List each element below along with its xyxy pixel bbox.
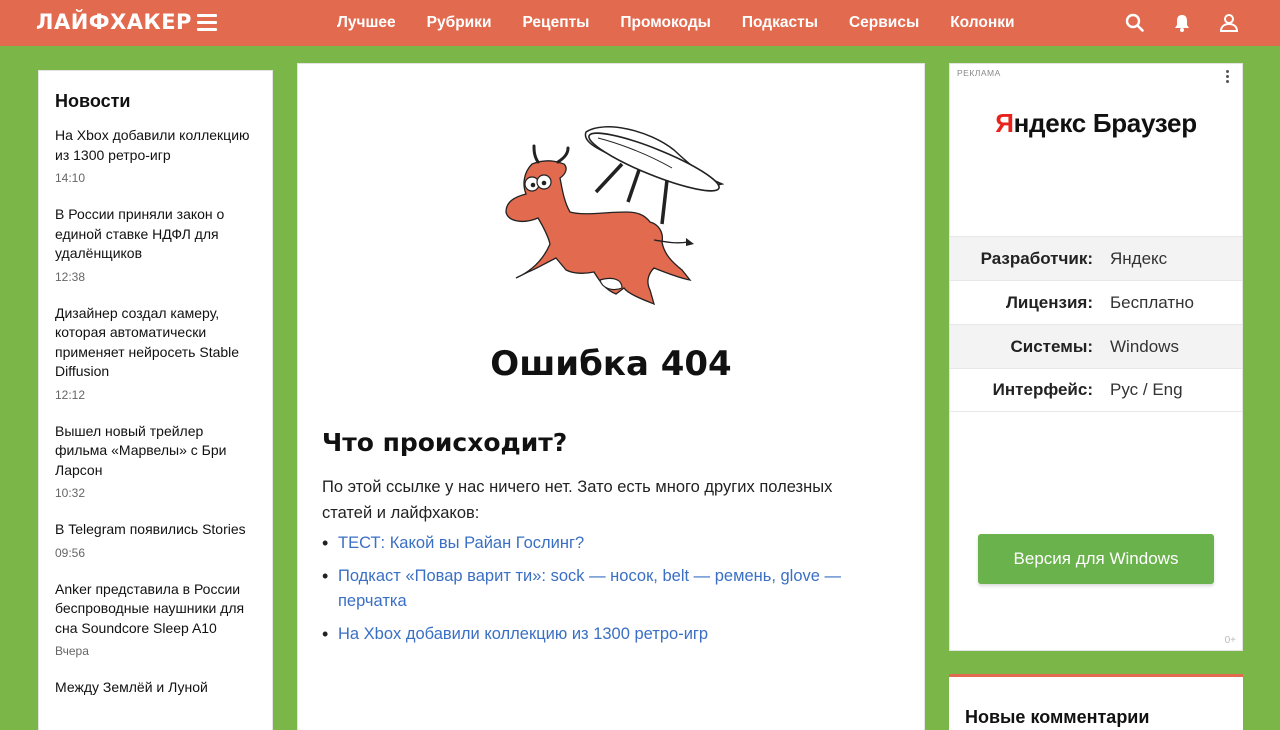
more-options-icon[interactable] (1224, 70, 1230, 86)
info-key: Системы: (1010, 336, 1094, 356)
ad-label: РЕКЛАМА (957, 68, 1001, 78)
news-item[interactable]: Вышел новый трейлер фильма «Марвелы» с Б… (55, 422, 256, 501)
brand-first-letter: Я (995, 108, 1014, 138)
ad-info-table: Разработчик: Яндекс Лицензия: Бесплатно … (950, 236, 1242, 412)
main-nav: Лучшее Рубрики Рецепты Промокоды Подкаст… (337, 0, 1046, 46)
news-item[interactable]: Дизайнер создал камеру, которая автомати… (55, 304, 256, 402)
info-key: Разработчик: (980, 248, 1093, 268)
age-rating: 0+ (1224, 635, 1236, 646)
new-comments-block: Новые комментарии (949, 674, 1243, 730)
search-icon[interactable] (1124, 12, 1146, 34)
news-title[interactable]: На Xbox добавили коллекцию из 1300 ретро… (55, 126, 256, 165)
comments-heading: Новые комментарии (965, 707, 1150, 727)
menu-icon[interactable] (197, 14, 217, 32)
news-title[interactable]: Между Землёй и Луной (55, 678, 256, 698)
table-row: Разработчик: Яндекс (950, 236, 1242, 280)
error-description: По этой ссылке у нас ничего нет. Зато ес… (322, 478, 833, 522)
table-row: Интерфейс: Рус / Eng (950, 368, 1242, 412)
news-item[interactable]: На Xbox добавили коллекцию из 1300 ретро… (55, 126, 256, 185)
nav-item-services[interactable]: Сервисы (849, 14, 919, 32)
suggested-links: ТЕСТ: Какой вы Райан Гослинг? Подкаст «П… (322, 531, 882, 655)
nav-item-rubrics[interactable]: Рубрики (427, 14, 492, 32)
news-time: 14:10 (55, 171, 86, 185)
user-icon[interactable] (1218, 12, 1240, 34)
news-time: 09:56 (55, 545, 86, 560)
news-time: 10:32 (55, 486, 86, 500)
nav-item-recipes[interactable]: Рецепты (522, 14, 589, 32)
list-item: ТЕСТ: Какой вы Райан Гослинг? (322, 531, 882, 556)
brand-rest: ндекс Браузер (1013, 108, 1198, 138)
bell-icon[interactable] (1171, 12, 1193, 34)
news-title[interactable]: В Telegram появились Stories (55, 520, 256, 540)
cow-ufo-illustration (505, 126, 724, 306)
suggested-link[interactable]: Подкаст «Повар варит ти»: sock — носок, … (338, 567, 841, 610)
news-title[interactable]: В России приняли закон о единой ставке Н… (55, 205, 256, 264)
suggested-link[interactable]: На Xbox добавили коллекцию из 1300 ретро… (338, 625, 708, 643)
ufo-icon (584, 126, 724, 225)
section-heading: Что происходит? (322, 428, 568, 457)
info-value: Windows (1110, 336, 1179, 356)
ad-block: РЕКЛАМА Яндекс Браузер Разработчик: Янде… (949, 63, 1243, 651)
news-time: 12:38 (55, 269, 86, 284)
news-item[interactable]: Между Землёй и Луной (55, 678, 256, 698)
info-key: Лицензия: (1005, 292, 1093, 312)
news-title[interactable]: Дизайнер создал камеру, которая автомати… (55, 304, 256, 382)
site-logo[interactable]: ЛАЙФХАКЕР (36, 10, 192, 34)
info-value: Рус / Eng (1110, 380, 1183, 399)
list-item: На Xbox добавили коллекцию из 1300 ретро… (322, 622, 882, 647)
list-item: Подкаст «Повар варит ти»: sock — носок, … (322, 564, 882, 614)
news-title[interactable]: Вышел новый трейлер фильма «Марвелы» с Б… (55, 422, 256, 481)
error-content: Ошибка 404 Что происходит? По этой ссылк… (297, 63, 925, 730)
site-header: ЛАЙФХАКЕР Лучшее Рубрики Рецепты Промоко… (0, 0, 1280, 46)
nav-item-promocodes[interactable]: Промокоды (620, 14, 711, 32)
info-value: Бесплатно (1110, 292, 1194, 312)
nav-item-columns[interactable]: Колонки (950, 14, 1014, 32)
news-heading: Новости (55, 91, 131, 111)
info-key: Интерфейс: (992, 380, 1093, 399)
suggested-link[interactable]: ТЕСТ: Какой вы Райан Гослинг? (338, 534, 584, 552)
news-title[interactable]: Anker представила в России беспроводные … (55, 580, 256, 639)
news-time: Вчера (55, 644, 89, 658)
nav-item-podcasts[interactable]: Подкасты (742, 14, 818, 32)
news-time: 12:12 (55, 387, 86, 402)
ad-brand-logo[interactable]: Яндекс Браузер (950, 108, 1242, 139)
news-sidebar: Новости На Xbox добавили коллекцию из 13… (38, 70, 273, 730)
download-windows-button[interactable]: Версия для Windows (978, 534, 1214, 584)
table-row: Лицензия: Бесплатно (950, 280, 1242, 324)
news-item[interactable]: В России приняли закон о единой ставке Н… (55, 205, 256, 284)
info-value: Яндекс (1110, 248, 1168, 268)
error-title: Ошибка 404 (490, 344, 732, 384)
news-item[interactable]: Anker представила в России беспроводные … (55, 580, 256, 659)
nav-item-best[interactable]: Лучшее (337, 14, 396, 32)
news-item[interactable]: В Telegram появились Stories 09:56 (55, 520, 256, 560)
table-row: Системы: Windows (950, 324, 1242, 368)
